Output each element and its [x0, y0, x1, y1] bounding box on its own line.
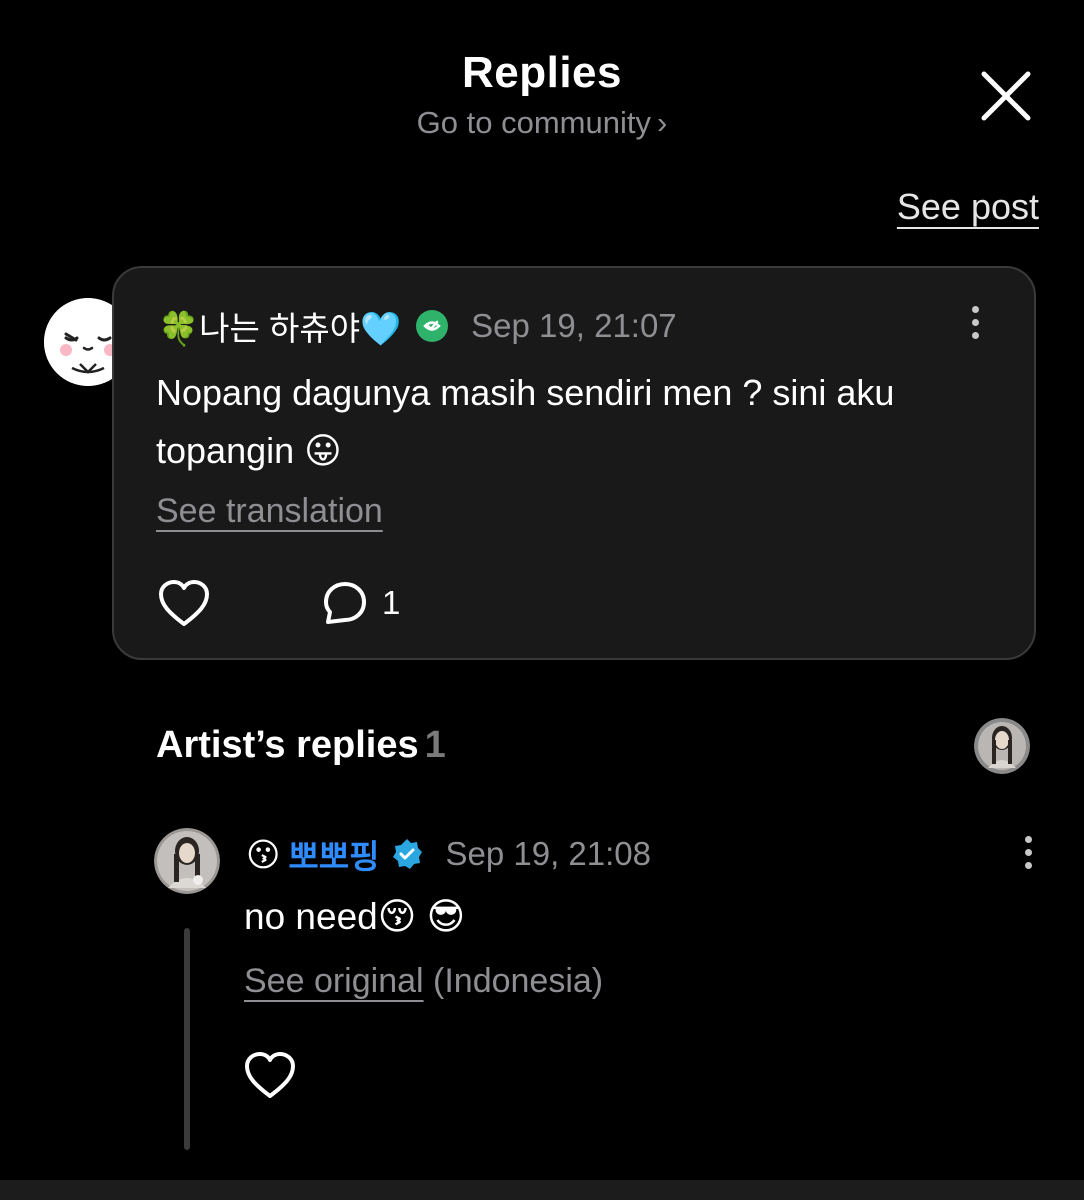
close-icon	[981, 71, 1031, 121]
artist-name[interactable]: 뽀뽀핑	[288, 830, 379, 878]
heart-icon	[245, 1052, 295, 1098]
heart-icon	[159, 580, 209, 626]
comment-timestamp: Sep 19, 21:07	[471, 307, 677, 344]
see-translation-link[interactable]: See translation	[156, 492, 383, 531]
see-post-link[interactable]: See post	[897, 186, 1039, 228]
artist-photo-icon	[154, 828, 220, 894]
reply-like-button[interactable]	[244, 1052, 296, 1100]
artist-photo-icon	[974, 718, 1030, 774]
reply-meta: 😗 뽀뽀핑 Sep 19, 21:08	[246, 830, 651, 878]
fan-badge-icon	[416, 310, 449, 342]
comment-more-options-icon[interactable]	[970, 306, 980, 342]
see-original-row: See original (Indonesia)	[244, 962, 603, 1001]
close-button[interactable]	[978, 68, 1034, 124]
see-original-link[interactable]: See original	[244, 962, 424, 1000]
reply-more-options-icon[interactable]	[1023, 836, 1033, 872]
artist-avatar[interactable]	[154, 828, 220, 894]
thread-line	[184, 928, 190, 1150]
go-to-community-label: Go to community	[416, 105, 651, 140]
reply-body: no need😚 😎	[244, 896, 466, 937]
reply-count-button[interactable]: 1	[322, 580, 400, 626]
reply-author-emoji: 😗	[246, 835, 281, 873]
artist-replies-label: Artist’s replies	[156, 724, 419, 766]
chevron-right-icon: ›	[656, 105, 668, 140]
page-title: Replies	[461, 48, 622, 97]
artist-replies-heading: Artist’s replies 1	[156, 724, 446, 767]
comment-meta: 🍀나는 하츄야🩵 Sep 19, 21:07	[158, 302, 677, 350]
commenter-name[interactable]: 🍀나는 하츄야🩵	[158, 302, 401, 350]
original-language: (Indonesia)	[433, 962, 604, 1000]
artist-avatar-small[interactable]	[974, 718, 1030, 774]
comment-body: Nopang dagunya masih sendiri men ? sini …	[156, 372, 895, 471]
comment-card: 🍀나는 하츄야🩵 Sep 19, 21:07 Nopang dagunya ma…	[112, 266, 1036, 660]
bottom-bar	[0, 1180, 1084, 1200]
comment-icon	[324, 582, 366, 624]
go-to-community-link[interactable]: Go to community ›	[0, 105, 1084, 141]
reply-count: 1	[382, 584, 401, 621]
artist-replies-count: 1	[424, 724, 446, 766]
artist-verified-icon	[392, 839, 422, 869]
like-button[interactable]	[158, 580, 210, 628]
reply-timestamp: Sep 19, 21:08	[445, 835, 652, 872]
